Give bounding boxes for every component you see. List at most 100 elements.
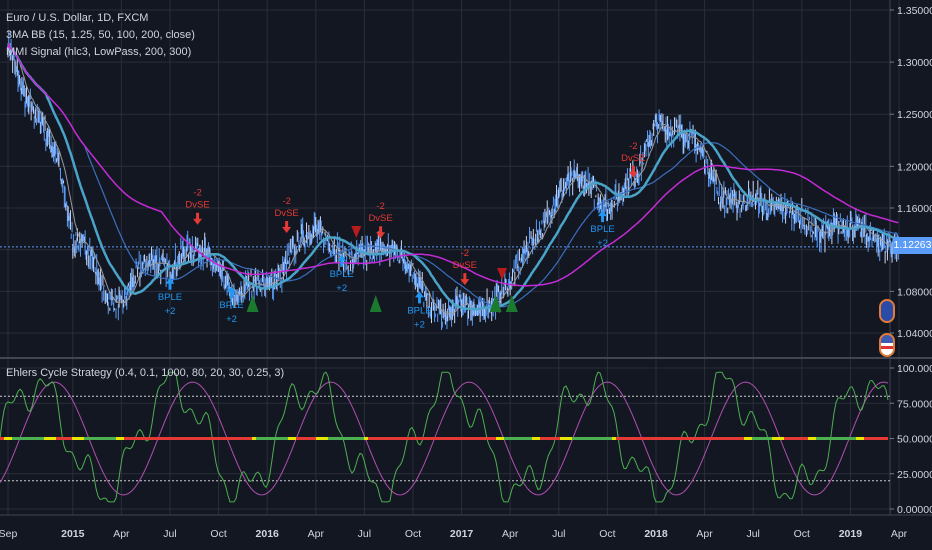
osc-midline-segment bbox=[452, 437, 456, 440]
signal-qty: -2 bbox=[376, 201, 384, 212]
osc-midline-segment bbox=[128, 437, 132, 440]
osc-midline-segment bbox=[660, 437, 664, 440]
osc-midline-segment bbox=[872, 437, 876, 440]
osc-midline-segment bbox=[676, 437, 680, 440]
eu-flag-icon[interactable] bbox=[879, 299, 895, 323]
osc-midline-segment bbox=[884, 437, 888, 440]
osc-midline-segment bbox=[148, 437, 152, 440]
osc-midline-segment bbox=[716, 437, 720, 440]
osc-midline-segment bbox=[56, 437, 60, 440]
legend-symbol[interactable]: Euro / U.S. Dollar, 1D, FXCM bbox=[6, 10, 195, 27]
osc-midline-segment bbox=[436, 437, 440, 440]
osc-midline-segment bbox=[384, 437, 388, 440]
legend-oscillator[interactable]: Ehlers Cycle Strategy (0.4, 0.1, 1000, 8… bbox=[6, 365, 284, 382]
osc-midline-segment bbox=[828, 437, 832, 440]
osc-midline-segment bbox=[720, 437, 724, 440]
osc-midline-segment bbox=[272, 437, 276, 440]
signal-label: DvSE bbox=[274, 208, 298, 219]
legend-indicator-3ma-bb[interactable]: 3MA BB (15, 1.25, 50, 100, 200, close) bbox=[6, 27, 195, 44]
osc-midline-segment bbox=[696, 437, 700, 440]
osc-midline-segment bbox=[804, 437, 808, 440]
osc-midline-segment bbox=[404, 437, 408, 440]
osc-midline-segment bbox=[644, 437, 648, 440]
osc-midline-segment bbox=[656, 437, 660, 440]
osc-midline-segment bbox=[388, 437, 392, 440]
osc-midline-segment bbox=[668, 437, 672, 440]
osc-midline-segment bbox=[32, 437, 36, 440]
osc-midline-segment bbox=[664, 437, 668, 440]
osc-midline-segment bbox=[260, 437, 264, 440]
osc-midline-segment bbox=[860, 437, 864, 440]
osc-midline-segment bbox=[712, 437, 716, 440]
osc-midline-segment bbox=[28, 437, 32, 440]
osc-midline-segment bbox=[396, 437, 400, 440]
osc-midline-segment bbox=[156, 437, 160, 440]
x-tick-label: Oct bbox=[599, 528, 615, 540]
osc-midline-segment bbox=[312, 437, 316, 440]
osc-midline-segment bbox=[508, 437, 512, 440]
osc-midline-segment bbox=[224, 437, 228, 440]
osc-midline-segment bbox=[796, 437, 800, 440]
osc-midline-segment bbox=[24, 437, 28, 440]
osc-midline-segment bbox=[240, 437, 244, 440]
osc-midline-segment bbox=[836, 437, 840, 440]
osc-midline-segment bbox=[268, 437, 272, 440]
osc-midline-segment bbox=[316, 437, 320, 440]
x-tick-label: Jul bbox=[552, 528, 565, 540]
osc-midline-segment bbox=[748, 437, 752, 440]
osc-midline-segment bbox=[484, 437, 488, 440]
y-tick-label: 100.00000 bbox=[897, 363, 932, 375]
osc-midline-segment bbox=[428, 437, 432, 440]
osc-midline-segment bbox=[852, 437, 856, 440]
osc-midline-segment bbox=[76, 437, 80, 440]
osc-midline-segment bbox=[108, 437, 112, 440]
us-flag-icon[interactable] bbox=[879, 333, 895, 357]
oscillator-pane bbox=[0, 371, 890, 503]
osc-midline-segment bbox=[460, 437, 464, 440]
osc-midline-segment bbox=[252, 437, 256, 440]
osc-midline-segment bbox=[824, 437, 828, 440]
osc-midline-segment bbox=[572, 437, 576, 440]
legend-indicator-mmi[interactable]: MMI Signal (hlc3, LowPass, 200, 300) bbox=[6, 44, 195, 61]
osc-midline-segment bbox=[868, 437, 872, 440]
osc-midline-segment bbox=[332, 437, 336, 440]
osc-midline-segment bbox=[576, 437, 580, 440]
osc-midline-segment bbox=[604, 437, 608, 440]
osc-midline-segment bbox=[140, 437, 144, 440]
osc-midline-segment bbox=[296, 437, 300, 440]
osc-midline-segment bbox=[380, 437, 384, 440]
osc-midline-segment bbox=[876, 437, 880, 440]
x-tick-label: 2018 bbox=[644, 528, 668, 540]
osc-midline-segment bbox=[856, 437, 860, 440]
osc-midline-segment bbox=[284, 437, 288, 440]
osc-midline-segment bbox=[520, 437, 524, 440]
osc-midline-segment bbox=[440, 437, 444, 440]
x-tick-label: Jul bbox=[358, 528, 371, 540]
osc-midline-segment bbox=[848, 437, 852, 440]
osc-midline-segment bbox=[48, 437, 52, 440]
osc-midline-segment bbox=[112, 437, 116, 440]
signal-label: BPLE bbox=[407, 305, 431, 316]
chart-canvas[interactable]: -2DvSE -2DvSE-2DvSE-2DvSE-2DvSEBPLE+2BPLE… bbox=[0, 0, 932, 550]
osc-midline-segment bbox=[84, 437, 88, 440]
axes: 1.35000 1.30000 1.25000 1.20000 1.16000 1.080… bbox=[0, 5, 932, 540]
osc-midline-segment bbox=[264, 437, 268, 440]
osc-midline-segment bbox=[628, 437, 632, 440]
signal-label: BPLE bbox=[330, 269, 354, 280]
osc-midline-segment bbox=[232, 437, 236, 440]
y-tick-label: 75.00000 bbox=[897, 398, 932, 410]
osc-midline-segment bbox=[304, 437, 308, 440]
osc-midline-segment bbox=[372, 437, 376, 440]
osc-midline-segment bbox=[64, 437, 68, 440]
signal-qty: +2 bbox=[226, 314, 237, 325]
osc-midline-segment bbox=[400, 437, 404, 440]
osc-midline-segment bbox=[276, 437, 280, 440]
moving-averages bbox=[0, 43, 899, 315]
osc-midline-segment bbox=[88, 437, 92, 440]
y-tick-label: 1.20000 bbox=[897, 161, 932, 173]
osc-midline-segment bbox=[756, 437, 760, 440]
signal-qty: -2 bbox=[282, 196, 290, 207]
osc-midline-segment bbox=[340, 437, 344, 440]
osc-midline-segment bbox=[708, 437, 712, 440]
osc-midline-segment bbox=[880, 437, 884, 440]
